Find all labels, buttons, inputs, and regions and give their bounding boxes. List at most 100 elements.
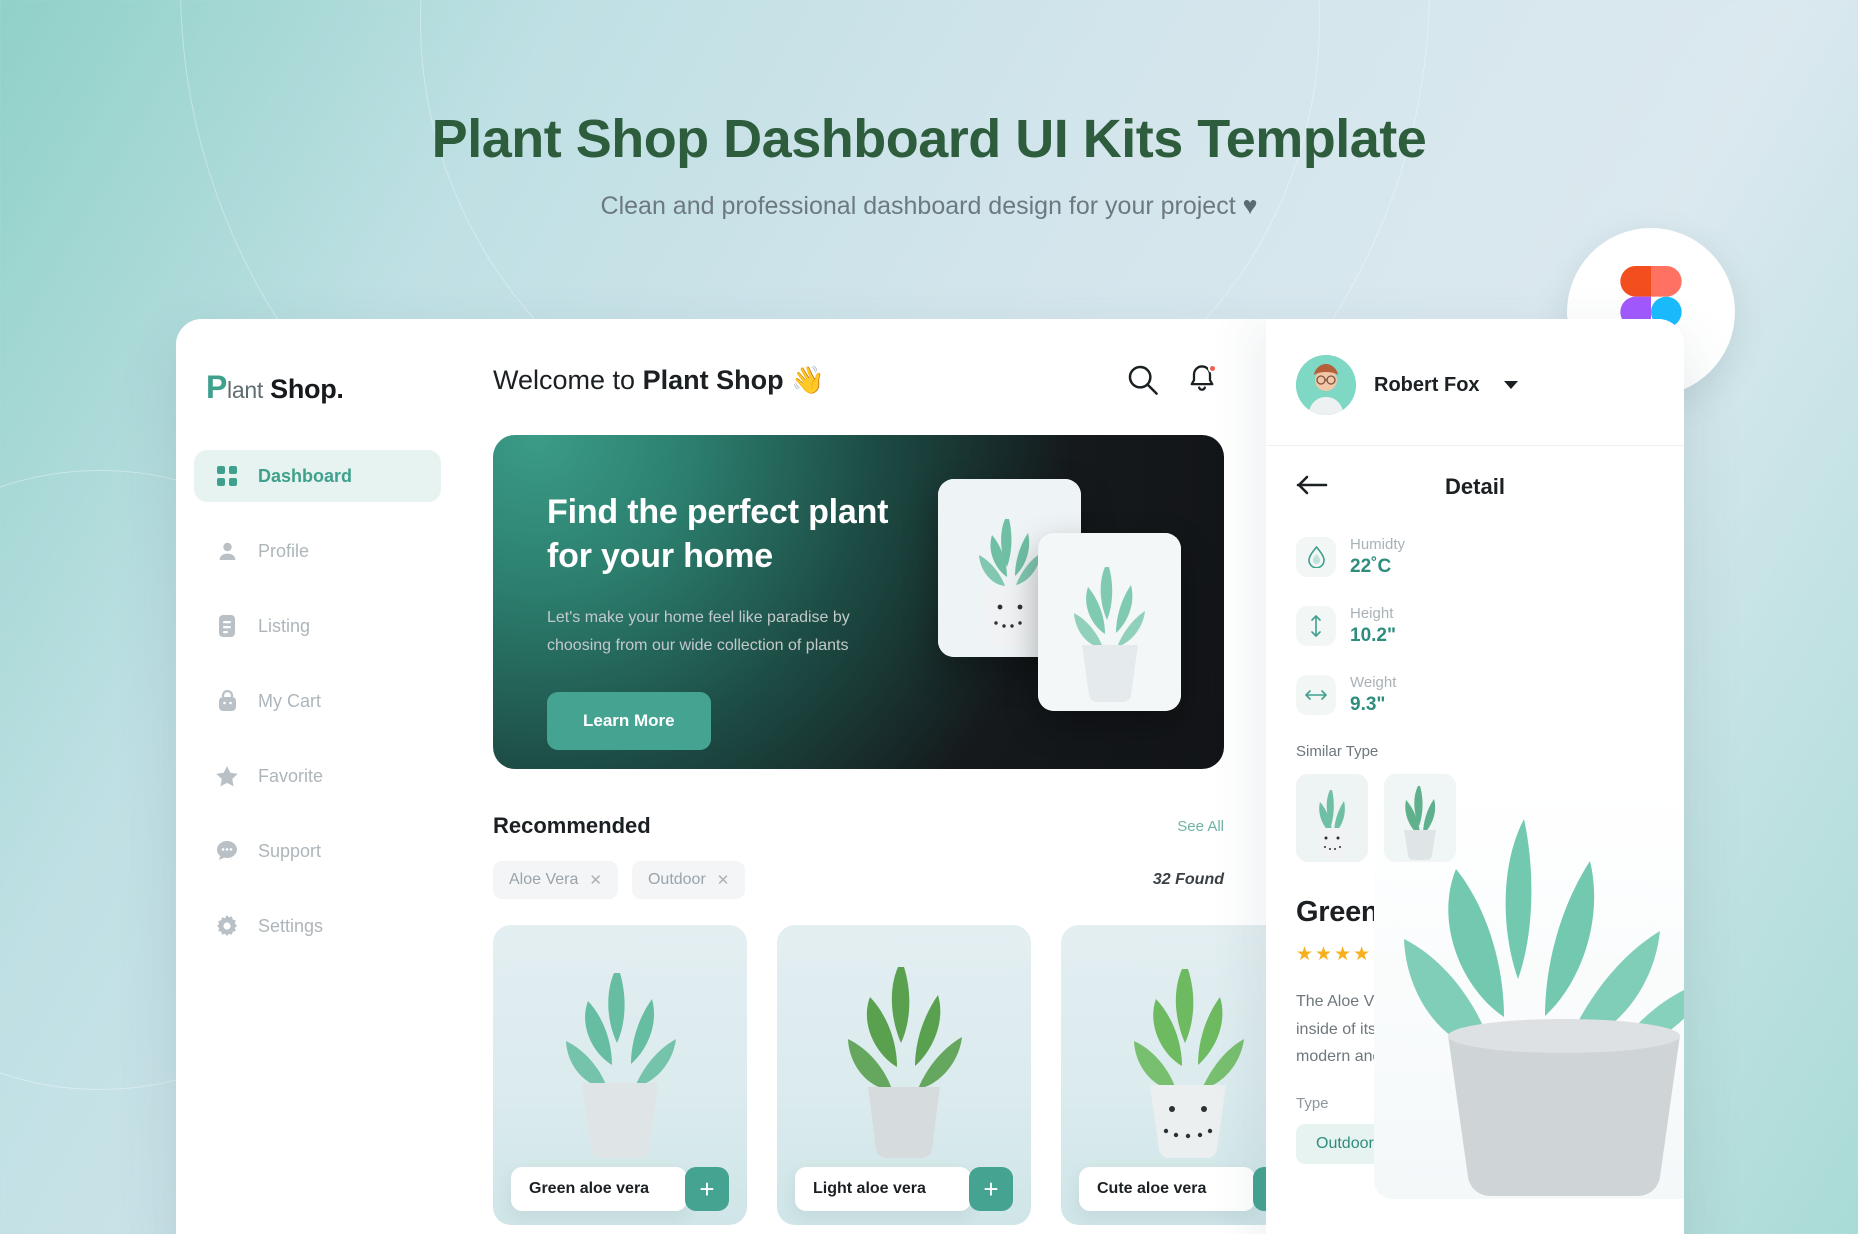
- close-icon[interactable]: ✕: [589, 871, 602, 889]
- filter-chip-outdoor[interactable]: Outdoor ✕: [631, 861, 746, 899]
- notification-dot: [1208, 364, 1217, 373]
- recommended-filters: Aloe Vera ✕ Outdoor ✕ 32 Found: [493, 861, 1224, 899]
- main-header: Welcome to Plant Shop 👋: [493, 363, 1224, 397]
- spec-label: Humidty: [1350, 536, 1406, 553]
- sidebar-item-label: My Cart: [258, 690, 321, 711]
- bell-icon[interactable]: [1186, 363, 1220, 397]
- hero-title-line1: Find the perfect plant: [547, 493, 889, 531]
- humidity-icon: [1296, 537, 1336, 577]
- plant-illustration: [1134, 969, 1244, 1159]
- spec-row-height: Height 10.2": [1296, 605, 1446, 647]
- main-content: Welcome to Plant Shop 👋 Find the perfect…: [459, 319, 1315, 1234]
- sidebar-item-label: Support: [258, 840, 322, 861]
- product-card[interactable]: Light aloe vera +: [777, 925, 1031, 1225]
- heart-icon: ♥: [1242, 192, 1258, 220]
- back-arrow-icon[interactable]: [1296, 475, 1328, 500]
- divider: [1266, 445, 1684, 446]
- hero-title-line2: for your home: [547, 536, 773, 575]
- sidebar: Plant Shop. Dashboard Profile Listing My…: [176, 319, 459, 1234]
- hero-photo-2: [1038, 533, 1181, 711]
- spec-label: Weight: [1350, 674, 1397, 691]
- see-all-link[interactable]: See All: [1177, 818, 1224, 835]
- spec-list: Humidty 22˚C Height 10.2" Weight 9.3": [1296, 536, 1446, 716]
- user-icon: [216, 540, 238, 562]
- logo-shop: Shop.: [270, 374, 344, 404]
- search-icon[interactable]: [1126, 363, 1160, 397]
- product-name: Light aloe vera: [795, 1167, 971, 1211]
- product-name: Green aloe vera: [511, 1167, 687, 1211]
- similar-type-label: Similar Type: [1296, 743, 1379, 760]
- recommended-header: Recommended See All: [493, 813, 1224, 839]
- plant-illustration: [848, 967, 962, 1159]
- star-icon: [216, 765, 238, 787]
- header-actions: [1126, 363, 1224, 397]
- gear-icon: [216, 915, 238, 937]
- close-icon[interactable]: ✕: [717, 871, 730, 889]
- sidebar-nav: Dashboard Profile Listing My Cart Favori…: [176, 450, 459, 952]
- welcome-brand: Plant Shop: [642, 365, 784, 395]
- type-label: Type: [1296, 1094, 1329, 1112]
- sidebar-item-my-cart[interactable]: My Cart: [194, 675, 441, 727]
- weight-icon: [1296, 675, 1336, 715]
- learn-more-button[interactable]: Learn More: [547, 692, 711, 751]
- sidebar-item-label: Settings: [258, 915, 324, 936]
- logo-p: P: [206, 369, 228, 405]
- list-icon: [216, 615, 238, 637]
- hero-description: Let's make your home feel like paradise …: [547, 604, 877, 660]
- spec-row-weight: Weight 9.3": [1296, 674, 1446, 716]
- hero-photos: [938, 479, 1188, 729]
- wave-emoji: 👋: [791, 365, 825, 395]
- sidebar-item-label: Dashboard: [258, 465, 353, 486]
- user-menu[interactable]: Robert Fox: [1296, 355, 1654, 415]
- product-cards: Green aloe vera + Light aloe vera + Cute…: [493, 925, 1315, 1225]
- detail-panel: Robert Fox Detail Humidty 22˚C Height 10…: [1266, 319, 1684, 1234]
- user-name: Robert Fox: [1374, 373, 1480, 396]
- sidebar-item-label: Favorite: [258, 765, 324, 786]
- detail-title: Detail: [1445, 474, 1505, 499]
- chevron-down-icon[interactable]: [1503, 381, 1518, 389]
- detail-header: Detail: [1296, 474, 1654, 500]
- avatar: [1296, 355, 1356, 415]
- similar-thumb[interactable]: [1384, 774, 1456, 862]
- page-subtitle: Clean and professional dashboard design …: [0, 192, 1858, 221]
- sidebar-item-profile[interactable]: Profile: [194, 525, 441, 577]
- spec-row-humidity: Humidty 22˚C: [1296, 536, 1446, 578]
- chip-label: Aloe Vera: [509, 871, 579, 888]
- product-card[interactable]: Green aloe vera +: [493, 925, 747, 1225]
- sidebar-item-favorite[interactable]: Favorite: [194, 750, 441, 802]
- hero-desc-line1: Let's make your home feel like paradise …: [547, 609, 850, 627]
- sidebar-item-label: Listing: [258, 615, 311, 636]
- page-title: Plant Shop Dashboard UI Kits Template: [431, 109, 1427, 169]
- spec-value: 22˚C: [1350, 556, 1392, 577]
- grid-icon: [216, 465, 238, 487]
- product-name: Cute aloe vera: [1079, 1167, 1255, 1211]
- height-icon: [1296, 606, 1336, 646]
- filter-chips: Aloe Vera ✕ Outdoor ✕: [493, 861, 746, 899]
- add-to-cart-button[interactable]: +: [685, 1167, 729, 1211]
- spec-value: 10.2": [1350, 625, 1396, 646]
- similar-type-list: [1296, 774, 1654, 862]
- recommended-title: Recommended: [493, 813, 651, 838]
- sidebar-item-support[interactable]: Support: [194, 825, 441, 877]
- filter-chip-aloe-vera[interactable]: Aloe Vera ✕: [493, 861, 618, 899]
- logo-lant: lant: [227, 377, 263, 403]
- sidebar-item-settings[interactable]: Settings: [194, 900, 441, 952]
- similar-thumb[interactable]: [1296, 774, 1368, 862]
- found-count: 32 Found: [1152, 871, 1224, 888]
- welcome-title: Welcome to Plant Shop 👋: [493, 364, 825, 396]
- spec-label: Height: [1350, 605, 1394, 622]
- spec-value: 9.3": [1350, 694, 1386, 715]
- sidebar-item-label: Profile: [258, 540, 310, 561]
- welcome-prefix: Welcome to: [493, 365, 643, 395]
- app-logo[interactable]: Plant Shop.: [176, 369, 459, 406]
- page-subtitle-text: Clean and professional dashboard design …: [600, 192, 1236, 220]
- app-window: Plant Shop. Dashboard Profile Listing My…: [176, 319, 1684, 1234]
- sidebar-item-dashboard[interactable]: Dashboard: [194, 450, 441, 502]
- hero-banner: Find the perfect plant for your home Let…: [493, 435, 1224, 769]
- plant-illustration: [566, 973, 676, 1159]
- add-to-cart-button[interactable]: +: [969, 1167, 1013, 1211]
- sidebar-item-listing[interactable]: Listing: [194, 600, 441, 652]
- hero-desc-line2: choosing from our wide collection of pla…: [547, 637, 849, 655]
- chip-label: Outdoor: [647, 871, 706, 888]
- chat-icon: [216, 840, 238, 862]
